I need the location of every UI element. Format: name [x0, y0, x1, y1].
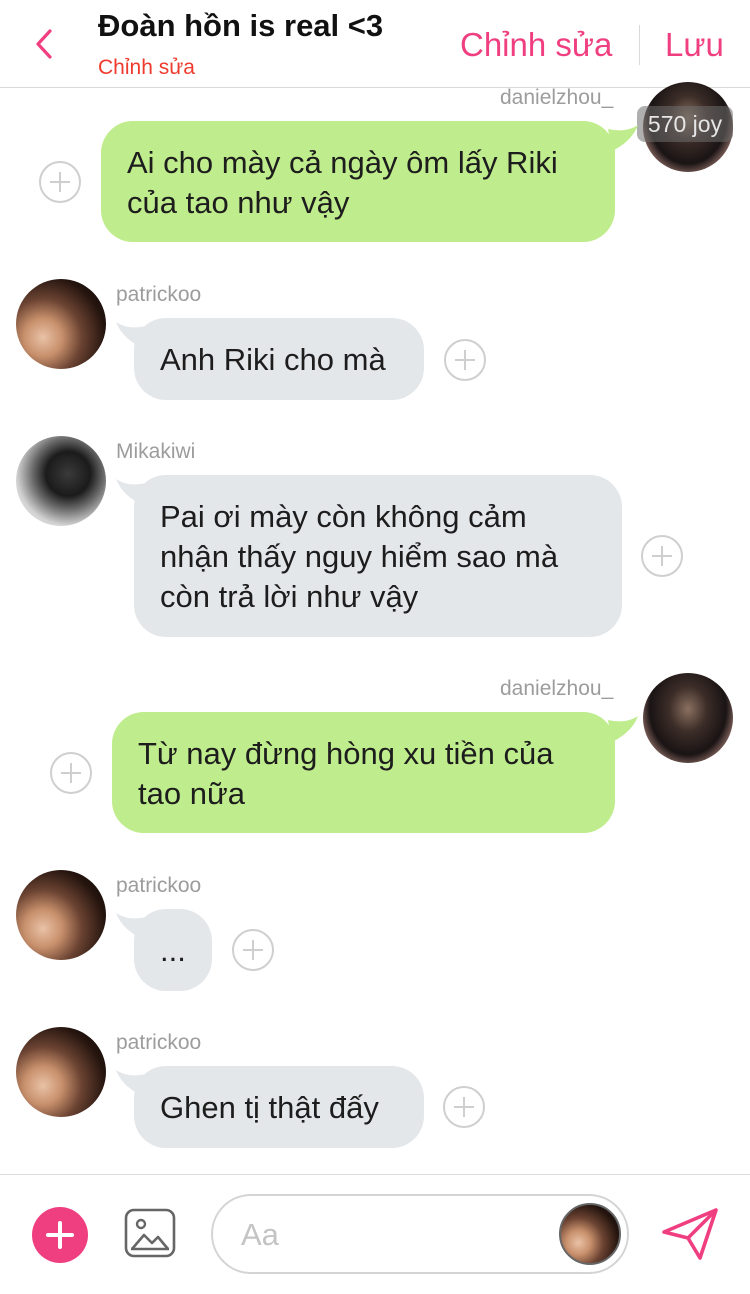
message-line: Ghen tị thật đấy	[160, 1090, 379, 1125]
add-reaction-icon[interactable]	[444, 339, 486, 381]
avatar[interactable]	[16, 436, 106, 526]
chat-title: Đoàn hồn is real <3	[98, 8, 384, 43]
message-bubble[interactable]: Pai ơi mày còn không cảm nhận thấy nguy …	[134, 475, 622, 637]
message-line: còn trả lời như vậy	[160, 579, 419, 614]
message-bubble[interactable]: Từ nay đừng hòng xu tiền của tao nữa	[112, 712, 615, 833]
message-username: patrickoo	[116, 874, 202, 897]
message-line: Từ nay đừng hòng xu tiền của	[138, 736, 554, 771]
message-input[interactable]	[241, 1214, 541, 1256]
add-reaction-icon[interactable]	[50, 752, 92, 794]
message-line: Anh Riki cho mà	[160, 342, 386, 377]
message-username: patrickoo	[116, 283, 202, 306]
joy-badge: 570 joy	[637, 106, 733, 142]
header-divider	[639, 25, 640, 65]
image-icon[interactable]	[124, 1208, 176, 1258]
message-username: danielzhou_	[500, 677, 614, 700]
message-line: Pai ơi mày còn không cảm	[160, 499, 527, 534]
plus-icon[interactable]	[32, 1207, 88, 1263]
add-reaction-icon[interactable]	[232, 929, 274, 971]
message-username: Mikakiwi	[116, 440, 196, 463]
edit-button[interactable]: Chỉnh sửa	[460, 26, 612, 64]
avatar[interactable]	[16, 870, 106, 960]
save-button[interactable]: Lưu	[665, 26, 724, 64]
chat-header: Đoàn hồn is real <3 Chỉnh sửa Chỉnh sửa …	[0, 0, 750, 88]
avatar[interactable]	[16, 279, 106, 369]
add-reaction-icon[interactable]	[39, 161, 81, 203]
message-line: tao nữa	[138, 776, 245, 811]
avatar[interactable]	[559, 1203, 621, 1265]
message-line: nhận thấy nguy hiểm sao mà	[160, 539, 559, 574]
message-input-wrapper	[211, 1194, 629, 1274]
message-username: patrickoo	[116, 1031, 202, 1054]
chat-subtitle[interactable]: Chỉnh sửa	[98, 56, 195, 80]
add-reaction-icon[interactable]	[641, 535, 683, 577]
message-line: ...	[160, 933, 186, 968]
message-username: danielzhou_	[500, 86, 614, 109]
send-icon[interactable]	[660, 1206, 720, 1262]
message-bubble[interactable]: ...	[134, 909, 212, 991]
avatar[interactable]	[643, 673, 733, 763]
message-bubble[interactable]: Anh Riki cho mà	[134, 318, 424, 400]
add-reaction-icon[interactable]	[443, 1086, 485, 1128]
message-bubble[interactable]: Ghen tị thật đấy	[134, 1066, 424, 1148]
back-chevron-icon[interactable]	[30, 26, 60, 62]
message-line: của tao như vậy	[127, 185, 350, 220]
message-bubble[interactable]: Ai cho mày cả ngày ôm lấy Riki của tao n…	[101, 121, 615, 242]
message-line: Ai cho mày cả ngày ôm lấy Riki	[127, 145, 558, 180]
avatar[interactable]	[16, 1027, 106, 1117]
